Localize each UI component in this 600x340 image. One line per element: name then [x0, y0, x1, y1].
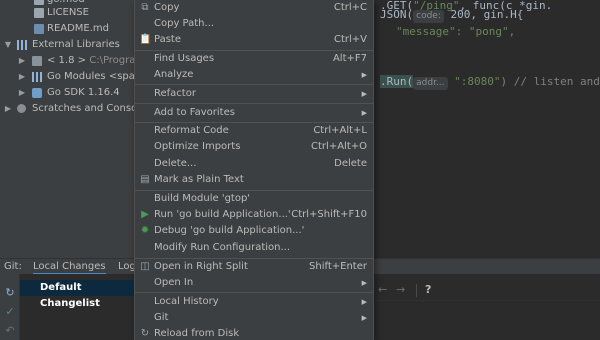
submenu-arrow-icon: ▶	[361, 109, 367, 117]
library-icon	[17, 40, 27, 50]
menu-item-add-to-favorites[interactable]: Add to Favorites ▶	[135, 105, 373, 121]
chevron-right-icon[interactable]: ▶	[18, 69, 26, 85]
menu-item-paste[interactable]: 📋 Paste Ctrl+V	[135, 32, 373, 48]
menu-separator	[135, 103, 373, 104]
context-menu: ⧉ Copy Ctrl+C Copy Path... 📋 Paste Ctrl+…	[134, 0, 374, 340]
menu-separator	[135, 292, 373, 293]
debug-icon: ✹	[140, 225, 150, 236]
code-line-run: .Run(addr... ":8080") // listen and s	[380, 75, 600, 90]
code-line-json: JSON(code: 200, gin.H{	[380, 8, 524, 23]
file-icon	[34, 8, 44, 18]
tab-local-changes[interactable]: Local Changes	[33, 259, 106, 275]
menu-item-delete[interactable]: Delete... Delete	[135, 156, 373, 172]
markdown-icon	[34, 24, 44, 34]
tab-git[interactable]: Git:	[4, 259, 22, 275]
paste-icon: 📋	[139, 34, 152, 45]
arrow-right-icon[interactable]: →	[396, 283, 405, 296]
menu-item-git[interactable]: Git ▶	[135, 310, 373, 326]
menu-item-open-right-split[interactable]: ◫ Open in Right Split Shift+Enter	[135, 259, 373, 275]
menu-item-optimize-imports[interactable]: Optimize Imports Ctrl+Alt+O	[135, 139, 373, 155]
toolbar-divider	[416, 284, 417, 297]
submenu-arrow-icon: ▶	[361, 298, 367, 306]
plain-text-icon: ▤	[140, 174, 150, 185]
code-line-message: "message": "pong",	[396, 25, 516, 38]
reload-icon: ↻	[140, 328, 150, 339]
scratches-icon	[17, 104, 26, 113]
menu-item-reformat-code[interactable]: Reformat Code Ctrl+Alt+L	[135, 123, 373, 139]
menu-item-run[interactable]: ▶ Run 'go build Application...' Ctrl+Shi…	[135, 207, 373, 223]
menu-item-copy-path[interactable]: Copy Path...	[135, 16, 373, 32]
parameter-hint: code:	[413, 10, 444, 23]
library-icon	[32, 72, 42, 82]
arrow-left-icon[interactable]: ←	[378, 283, 387, 296]
chevron-down-icon[interactable]: ▼	[4, 37, 12, 53]
menu-item-copy[interactable]: ⧉ Copy Ctrl+C	[135, 0, 373, 16]
help-icon[interactable]: ?	[425, 283, 431, 296]
menu-item-reload-from-disk[interactable]: ↻ Reload from Disk	[135, 326, 373, 340]
default-changelist[interactable]: Default Changelist	[20, 280, 134, 309]
submenu-arrow-icon: ▶	[361, 279, 367, 287]
run-icon: ▶	[141, 209, 149, 220]
menu-item-open-in[interactable]: Open In ▶	[135, 275, 373, 291]
menu-item-mark-plain-text[interactable]: ▤ Mark as Plain Text	[135, 172, 373, 188]
chevron-right-icon[interactable]: ▶	[18, 53, 26, 69]
menu-item-analyze[interactable]: Analyze ▶	[135, 67, 373, 83]
go-sdk-icon	[32, 88, 42, 98]
jdk-folder-icon	[32, 56, 42, 66]
menu-item-debug[interactable]: ✹ Debug 'go build Application...'	[135, 223, 373, 239]
parameter-hint: addr...	[413, 77, 448, 90]
menu-item-modify-run-config[interactable]: Modify Run Configuration...	[135, 240, 373, 256]
menu-item-refactor[interactable]: Refactor ▶	[135, 86, 373, 102]
menu-item-find-usages[interactable]: Find Usages Alt+F7	[135, 51, 373, 67]
menu-item-local-history[interactable]: Local History ▶	[135, 294, 373, 310]
split-icon: ◫	[140, 261, 150, 272]
submenu-arrow-icon: ▶	[361, 71, 367, 79]
commit-check-icon[interactable]: ✓	[3, 305, 17, 319]
refresh-icon[interactable]: ↻	[3, 286, 17, 300]
submenu-arrow-icon: ▶	[361, 314, 367, 322]
chevron-right-icon[interactable]: ▶	[18, 85, 26, 101]
changes-toolbar: ↻ ✓ ↶	[0, 274, 20, 340]
diff-toolbar: ← → ?	[374, 281, 600, 301]
menu-item-build-module[interactable]: Build Module 'gtop'	[135, 191, 373, 207]
copy-icon: ⧉	[141, 2, 149, 13]
chevron-right-icon[interactable]: ▶	[4, 101, 12, 117]
submenu-arrow-icon: ▶	[361, 90, 367, 98]
code-editor[interactable]: .GET("/ping", func(c *gin. JSON(code: 20…	[374, 0, 600, 258]
rollback-icon[interactable]: ↶	[3, 324, 17, 338]
menu-separator	[135, 84, 373, 85]
